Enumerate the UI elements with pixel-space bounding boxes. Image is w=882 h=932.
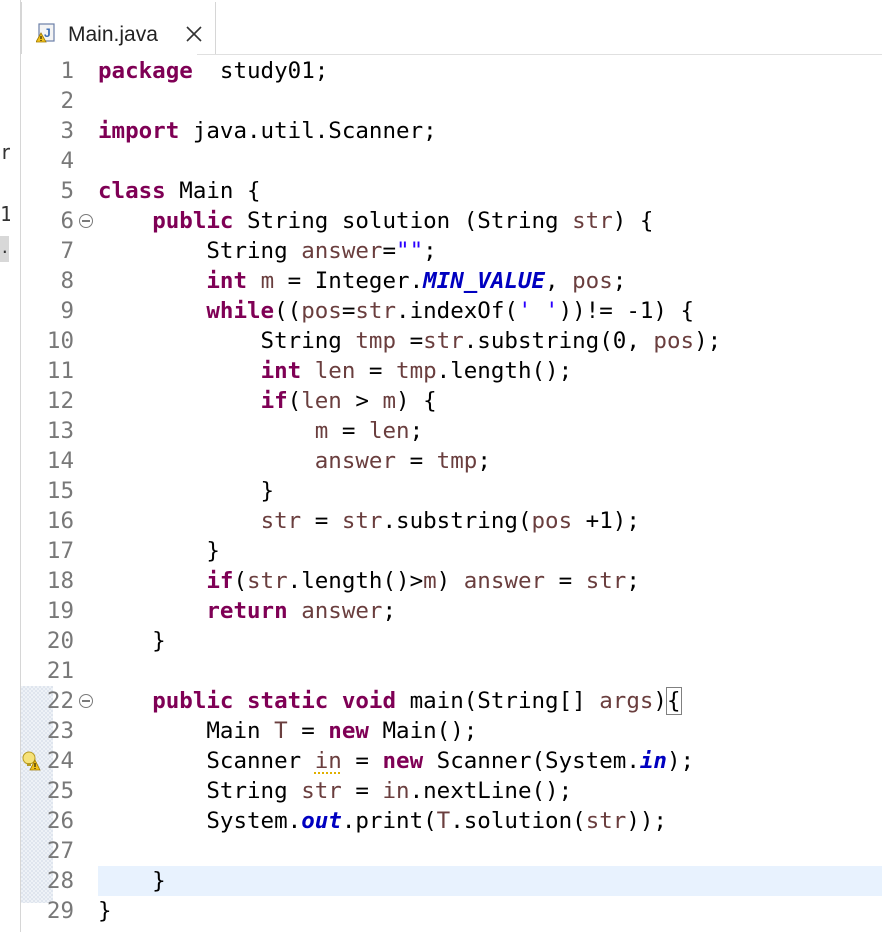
code-text: class Main {	[98, 178, 261, 204]
code-text: Scanner in = new Scanner(System.in);	[98, 748, 695, 774]
code-line[interactable]: 6 public String solution (String str) {	[21, 206, 882, 236]
code-line[interactable]: 22 public static void main(String[] args…	[21, 686, 882, 716]
code-line[interactable]: 29}	[21, 896, 882, 926]
line-number: 19	[46, 598, 74, 624]
code-line[interactable]: 9 while((pos=str.indexOf(' '))!= -1) {	[21, 296, 882, 326]
editor-tab-bar: J Main.java	[21, 0, 882, 56]
warning-lightbulb-icon[interactable]	[21, 751, 41, 771]
stray-text-3: .	[0, 236, 9, 262]
code-line[interactable]: 5 class Main {	[21, 176, 882, 206]
line-number: 8	[60, 268, 74, 294]
line-number: 11	[46, 358, 74, 384]
code-text: while((pos=str.indexOf(' '))!= -1) {	[206, 298, 695, 324]
code-line[interactable]: 26 System.out.print(T.solution(str));	[21, 806, 882, 836]
code-line[interactable]: 17 }	[21, 536, 882, 566]
code-text: m = len;	[314, 418, 424, 444]
line-number: 25	[46, 778, 74, 804]
code-line[interactable]: 13 m = len;	[21, 416, 882, 446]
code-text: }	[98, 628, 166, 654]
code-line[interactable]: 23 Main T = new Main();	[21, 716, 882, 746]
code-text: int m = Integer.MIN_VALUE, pos;	[206, 268, 627, 294]
tab-bar-underline	[197, 54, 882, 55]
code-text: }	[98, 868, 166, 894]
line-number: 13	[46, 418, 74, 444]
code-line[interactable]: 4	[21, 146, 882, 176]
code-text: if(len > m) {	[260, 388, 437, 414]
line-number: 28	[46, 868, 74, 894]
line-number: 1	[60, 58, 74, 84]
fold-collapse-icon[interactable]	[79, 214, 93, 228]
code-text: if(str.length()>m) answer = str;	[206, 568, 640, 594]
line-number: 21	[46, 658, 74, 684]
code-line[interactable]: 2	[21, 86, 882, 116]
code-text: }	[98, 538, 220, 564]
code-line[interactable]: 21	[21, 656, 882, 686]
line-number: 9	[60, 298, 74, 324]
line-number: 16	[46, 508, 74, 534]
line-number: 27	[46, 838, 74, 864]
line-number: 6	[60, 208, 74, 234]
code-line[interactable]: 10 String tmp =str.substring(0, pos);	[21, 326, 882, 356]
code-text: import java.util.Scanner;	[98, 118, 437, 144]
line-number: 18	[46, 568, 74, 594]
code-line[interactable]: 7 String answer="";	[21, 236, 882, 266]
code-text: String str = in.nextLine();	[98, 778, 573, 804]
line-number: 5	[60, 178, 74, 204]
code-line[interactable]: 11 int len = tmp.length();	[21, 356, 882, 386]
line-number: 10	[46, 328, 74, 354]
left-panel-sliver: r 1 .	[0, 0, 20, 932]
line-number: 15	[46, 478, 74, 504]
line-number: 7	[60, 238, 74, 264]
svg-text:J: J	[44, 26, 51, 40]
code-line[interactable]: 19 return answer;	[21, 596, 882, 626]
tab-main-java[interactable]: J Main.java	[21, 2, 216, 54]
line-number: 12	[46, 388, 74, 414]
code-text: }	[98, 478, 275, 504]
stray-text-1: r	[0, 140, 10, 164]
fold-collapse-icon[interactable]	[79, 694, 93, 708]
line-number: 14	[46, 448, 74, 474]
code-text: System.out.print(T.solution(str));	[98, 808, 667, 834]
line-number: 2	[60, 88, 74, 114]
code-text: str = str.substring(pos +1);	[260, 508, 640, 534]
code-line[interactable]: 8 int m = Integer.MIN_VALUE, pos;	[21, 266, 882, 296]
line-number: 26	[46, 808, 74, 834]
code-line[interactable]: 3 import java.util.Scanner;	[21, 116, 882, 146]
code-line[interactable]: 25 String str = in.nextLine();	[21, 776, 882, 806]
code-line[interactable]: 24 Scanner in = new Scanner(System.in);	[21, 746, 882, 776]
code-line[interactable]: 12 if(len > m) {	[21, 386, 882, 416]
code-text: }	[98, 898, 112, 924]
line-number: 17	[46, 538, 74, 564]
code-text: String tmp =str.substring(0, pos);	[98, 328, 722, 354]
line-number: 29	[46, 898, 74, 924]
code-editor[interactable]: 1 package study01; 2 3 import java.util.Scan…	[21, 56, 882, 932]
code-line[interactable]: 15 }	[21, 476, 882, 506]
code-text: return answer;	[206, 598, 397, 624]
java-file-warning-icon: J	[36, 23, 55, 43]
code-line[interactable]: 20 }	[21, 626, 882, 656]
code-text: Main T = new Main();	[98, 718, 478, 744]
code-text: String answer="";	[98, 238, 437, 264]
code-line[interactable]: 27	[21, 836, 882, 866]
code-text: public static void main(String[] args){	[152, 687, 682, 715]
stray-text-2: 1	[0, 202, 10, 226]
code-text: public String solution (String str) {	[152, 208, 654, 234]
code-line[interactable]: 28 }	[21, 866, 882, 896]
line-number: 3	[60, 118, 74, 144]
close-icon[interactable]	[184, 24, 204, 44]
code-line[interactable]: 1 package study01;	[21, 56, 882, 86]
line-number: 20	[46, 628, 74, 654]
code-line[interactable]: 18 if(str.length()>m) answer = str;	[21, 566, 882, 596]
tab-title: Main.java	[68, 23, 158, 46]
line-number: 22	[46, 688, 74, 714]
code-text: int len = tmp.length();	[260, 358, 573, 384]
line-number: 4	[60, 148, 74, 174]
code-text: package study01;	[98, 58, 329, 84]
line-number: 23	[46, 718, 74, 744]
code-line[interactable]: 14 answer = tmp;	[21, 446, 882, 476]
code-text: answer = tmp;	[314, 448, 491, 474]
code-line[interactable]: 16 str = str.substring(pos +1);	[21, 506, 882, 536]
